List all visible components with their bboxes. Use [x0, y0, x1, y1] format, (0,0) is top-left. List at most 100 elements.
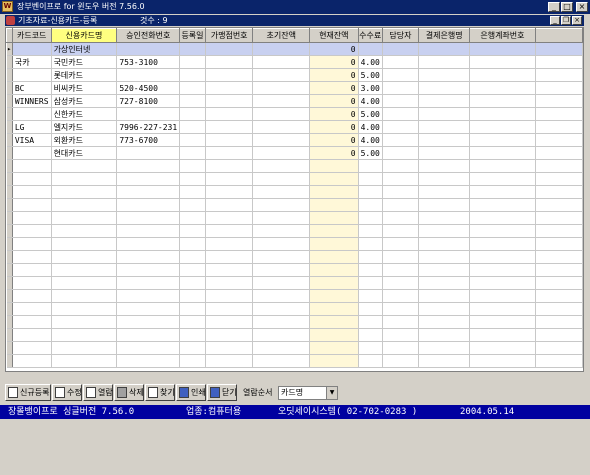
close-icon[interactable]: ×	[576, 2, 588, 12]
cell-account[interactable]	[469, 185, 536, 199]
cell-date[interactable]	[179, 146, 206, 160]
table-row[interactable]: WINNERS 삼성카드 727-8100 0 4.00	[6, 94, 583, 108]
cell-merchant[interactable]	[205, 263, 254, 277]
cell-code[interactable]	[12, 185, 52, 199]
cell-fee[interactable]	[358, 263, 383, 277]
cell-manager[interactable]	[382, 107, 420, 121]
table-row[interactable]	[6, 354, 583, 368]
cell-bank[interactable]	[418, 315, 471, 329]
cell-initial[interactable]	[252, 224, 310, 238]
cell-phone[interactable]: 753-3100	[116, 55, 181, 69]
cell-code[interactable]	[12, 276, 52, 290]
cell-fee[interactable]	[358, 341, 383, 355]
cell-manager[interactable]	[382, 55, 420, 69]
cell-manager[interactable]	[382, 198, 420, 212]
cell-fee[interactable]: 3.00	[358, 81, 383, 95]
cell-merchant[interactable]	[205, 198, 254, 212]
cell-current[interactable]	[309, 328, 359, 342]
cell-bank[interactable]	[418, 211, 471, 225]
cell-account[interactable]	[469, 146, 536, 160]
cell-initial[interactable]	[252, 354, 310, 368]
cell-phone[interactable]	[116, 159, 181, 173]
cell-date[interactable]	[179, 185, 206, 199]
cell-initial[interactable]	[252, 159, 310, 173]
cell-code[interactable]	[12, 224, 52, 238]
cell-fee[interactable]: 5.00	[358, 68, 383, 82]
cell-account[interactable]	[469, 55, 536, 69]
cell-phone[interactable]	[116, 237, 181, 251]
cell-bank[interactable]	[418, 94, 471, 108]
cell-merchant[interactable]	[205, 224, 254, 238]
table-row[interactable]	[6, 276, 583, 290]
print-button[interactable]: 인쇄	[176, 384, 206, 401]
cell-bank[interactable]	[418, 133, 471, 147]
cell-bank[interactable]	[418, 198, 471, 212]
cell-initial[interactable]	[252, 107, 310, 121]
maximize-icon[interactable]: □	[561, 2, 573, 12]
col-header-initial[interactable]: 초기잔액	[252, 28, 310, 43]
cell-current[interactable]	[309, 159, 359, 173]
table-row[interactable]	[6, 198, 583, 212]
cell-account[interactable]	[469, 341, 536, 355]
cell-date[interactable]	[179, 198, 206, 212]
cell-fee[interactable]	[358, 159, 383, 173]
cell-current[interactable]	[309, 237, 359, 251]
cell-initial[interactable]	[252, 120, 310, 134]
cell-date[interactable]	[179, 120, 206, 134]
cell-initial[interactable]	[252, 172, 310, 186]
cell-account[interactable]	[469, 198, 536, 212]
cell-name[interactable]	[51, 198, 118, 212]
cell-code[interactable]: LG	[12, 120, 52, 134]
cell-fee[interactable]: 5.00	[358, 146, 383, 160]
cell-fee[interactable]	[358, 185, 383, 199]
cell-manager[interactable]	[382, 289, 420, 303]
cell-fee[interactable]: 4.00	[358, 133, 383, 147]
cell-manager[interactable]	[382, 133, 420, 147]
cell-phone[interactable]	[116, 302, 181, 316]
cell-fee[interactable]	[358, 172, 383, 186]
cell-initial[interactable]	[252, 81, 310, 95]
cell-bank[interactable]	[418, 276, 471, 290]
cell-fee[interactable]	[358, 250, 383, 264]
cell-merchant[interactable]	[205, 250, 254, 264]
cell-code[interactable]	[12, 68, 52, 82]
cell-fee[interactable]: 4.00	[358, 55, 383, 69]
cell-manager[interactable]	[382, 211, 420, 225]
cell-account[interactable]	[469, 133, 536, 147]
table-row[interactable]	[6, 302, 583, 316]
cell-merchant[interactable]	[205, 42, 254, 56]
cell-code[interactable]	[12, 146, 52, 160]
cell-current[interactable]	[309, 354, 359, 368]
cell-date[interactable]	[179, 94, 206, 108]
cell-merchant[interactable]	[205, 146, 254, 160]
cell-manager[interactable]	[382, 250, 420, 264]
cell-initial[interactable]	[252, 341, 310, 355]
cell-name[interactable]	[51, 224, 118, 238]
cell-bank[interactable]	[418, 302, 471, 316]
cell-account[interactable]	[469, 328, 536, 342]
cell-initial[interactable]	[252, 211, 310, 225]
cell-name[interactable]	[51, 302, 118, 316]
cell-date[interactable]	[179, 107, 206, 121]
cell-name[interactable]	[51, 315, 118, 329]
cell-phone[interactable]	[116, 341, 181, 355]
cell-initial[interactable]	[252, 198, 310, 212]
cell-merchant[interactable]	[205, 211, 254, 225]
cell-account[interactable]	[469, 315, 536, 329]
cell-manager[interactable]	[382, 237, 420, 251]
col-header-name[interactable]: 신용카드명	[50, 28, 118, 43]
cell-current[interactable]: 0	[309, 120, 359, 134]
cell-phone[interactable]	[116, 146, 181, 160]
cell-manager[interactable]	[382, 94, 420, 108]
cell-code[interactable]	[12, 263, 52, 277]
cell-code[interactable]	[12, 341, 52, 355]
cell-merchant[interactable]	[205, 94, 254, 108]
cell-initial[interactable]	[252, 185, 310, 199]
cell-manager[interactable]	[382, 328, 420, 342]
cell-phone[interactable]	[116, 42, 181, 56]
new-button[interactable]: 신규등록	[5, 384, 51, 401]
cell-date[interactable]	[179, 341, 206, 355]
cell-code[interactable]: VISA	[12, 133, 52, 147]
cell-fee[interactable]	[358, 315, 383, 329]
cell-bank[interactable]	[418, 146, 471, 160]
